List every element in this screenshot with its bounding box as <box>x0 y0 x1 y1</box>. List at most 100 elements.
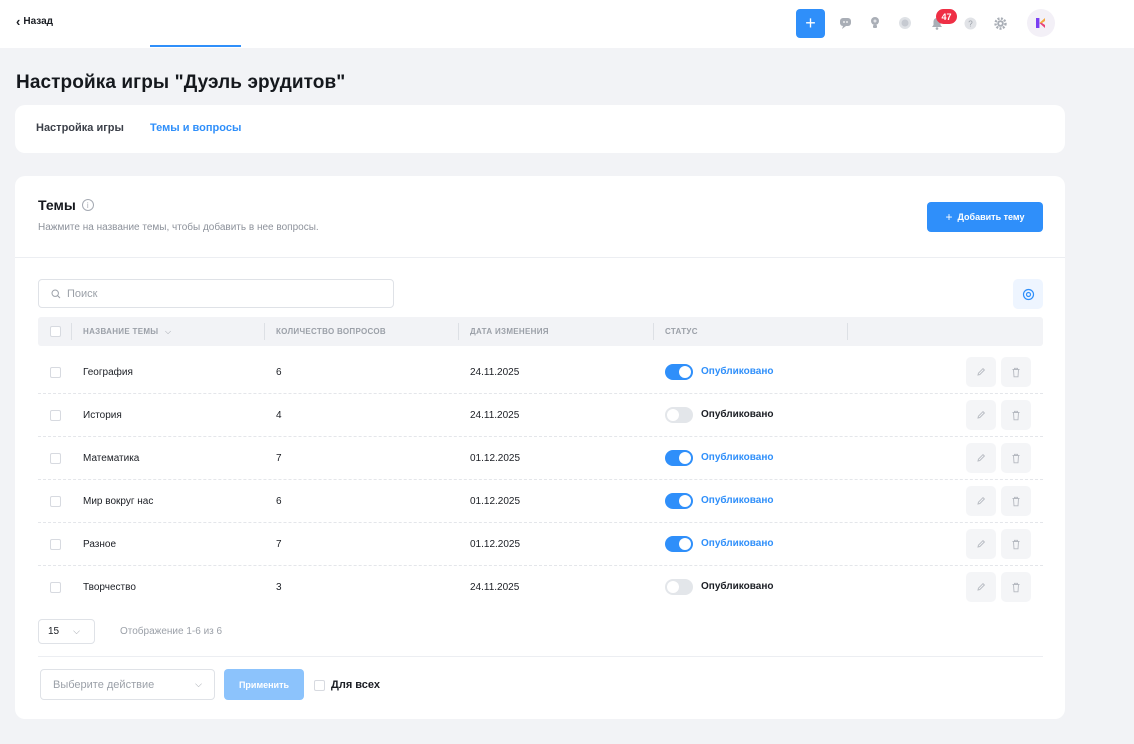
chevron-down-icon: ⌵ <box>195 679 202 689</box>
table-row: Творчество 3 24.11.2025 Опубликовано <box>38 566 1043 609</box>
delete-button[interactable] <box>1001 443 1031 473</box>
info-icon[interactable]: i <box>81 199 94 211</box>
column-separator <box>264 323 265 340</box>
publish-toggle[interactable] <box>665 536 693 552</box>
question-count: 4 <box>276 410 282 421</box>
table-settings-button[interactable] <box>1013 279 1043 309</box>
question-count: 6 <box>276 367 282 378</box>
status-label: Опубликовано <box>701 495 774 506</box>
topics-title: Темы <box>38 197 76 213</box>
column-name-label: НАЗВАНИЕ ТЕМЫ <box>83 327 159 336</box>
publish-toggle[interactable] <box>665 579 693 595</box>
modified-date: 24.11.2025 <box>470 582 520 593</box>
pencil-icon <box>977 410 986 419</box>
status-label: Опубликовано <box>701 452 774 463</box>
table-row: Разное 7 01.12.2025 Опубликовано <box>38 523 1043 566</box>
topic-name[interactable]: Математика <box>83 453 139 464</box>
edit-button[interactable] <box>966 357 996 387</box>
topic-name[interactable]: История <box>83 410 122 421</box>
pencil-icon <box>977 582 986 591</box>
table-row: Мир вокруг нас 6 01.12.2025 Опубликовано <box>38 480 1043 523</box>
status-label: Опубликовано <box>701 409 774 420</box>
topic-name[interactable]: Творчество <box>83 582 136 593</box>
delete-button[interactable] <box>1001 357 1031 387</box>
edit-button[interactable] <box>966 486 996 516</box>
help-icon[interactable]: ? <box>963 16 977 30</box>
topics-card: Темы i Нажмите на название темы, чтобы д… <box>15 176 1065 719</box>
chevron-down-icon: ⌵ <box>164 327 172 336</box>
column-separator <box>653 323 654 340</box>
bulk-action-placeholder: Выберите действие <box>53 678 155 691</box>
toggle-knob <box>667 409 679 421</box>
back-label: Назад <box>23 16 53 27</box>
edit-button[interactable] <box>966 443 996 473</box>
trash-icon <box>1012 453 1020 463</box>
plus-icon: + <box>805 12 816 33</box>
status-label: Опубликовано <box>701 581 774 592</box>
publish-toggle[interactable] <box>665 407 693 423</box>
section-subtitle: Нажмите на название темы, чтобы добавить… <box>38 222 319 233</box>
plus-icon: + <box>945 210 953 224</box>
notifications-button[interactable]: 47 <box>930 9 957 30</box>
publish-toggle[interactable] <box>665 493 693 509</box>
search-field[interactable] <box>38 279 394 308</box>
pagination-info: Отображение 1-6 из 6 <box>120 626 223 637</box>
for-all-option[interactable]: Для всех <box>314 679 380 691</box>
row-checkbox[interactable] <box>50 453 61 464</box>
pencil-icon <box>977 367 986 376</box>
column-header-date[interactable]: ДАТА ИЗМЕНЕНИЯ <box>470 327 549 336</box>
delete-button[interactable] <box>1001 400 1031 430</box>
edit-button[interactable] <box>966 572 996 602</box>
per-page-select[interactable]: 15 ⌵ <box>38 619 95 644</box>
row-checkbox[interactable] <box>50 496 61 507</box>
column-header-name[interactable]: НАЗВАНИЕ ТЕМЫ ⌵ <box>83 327 171 337</box>
trash-icon <box>1012 539 1020 549</box>
gear-icon[interactable] <box>993 16 1007 30</box>
modified-date: 01.12.2025 <box>470 539 521 550</box>
tab-topics-questions[interactable]: Темы и вопросы <box>150 122 241 134</box>
profile-avatar[interactable] <box>1027 9 1055 37</box>
tab-game-settings[interactable]: Настройка игры <box>36 122 124 134</box>
delete-button[interactable] <box>1001 572 1031 602</box>
row-checkbox[interactable] <box>50 410 61 421</box>
chevron-down-icon: ⌵ <box>73 626 80 636</box>
modified-date: 24.11.2025 <box>470 410 520 421</box>
row-checkbox[interactable] <box>50 367 61 378</box>
create-button[interactable]: + <box>796 8 825 38</box>
delete-button[interactable] <box>1001 529 1031 559</box>
edit-button[interactable] <box>966 529 996 559</box>
delete-button[interactable] <box>1001 486 1031 516</box>
pencil-icon <box>977 496 986 505</box>
bulk-action-select[interactable]: Выберите действие ⌵ <box>40 669 215 700</box>
status-label: Опубликовано <box>701 538 774 549</box>
notifications-badge: 47 <box>936 9 957 24</box>
svg-text:?: ? <box>968 19 973 28</box>
for-all-checkbox[interactable] <box>314 679 325 691</box>
chat-icon[interactable] <box>839 16 853 30</box>
topic-name[interactable]: Разное <box>83 539 116 550</box>
row-checkbox[interactable] <box>50 539 61 550</box>
row-checkbox[interactable] <box>50 582 61 593</box>
trash-icon <box>1012 496 1020 506</box>
page-title: Настройка игры "Дуэль эрудитов" <box>16 72 346 93</box>
table-header: НАЗВАНИЕ ТЕМЫ ⌵ КОЛИЧЕСТВО ВОПРОСОВ ДАТА… <box>38 317 1043 346</box>
select-all-checkbox[interactable] <box>50 326 61 337</box>
add-topic-button[interactable]: + Добавить тему <box>927 202 1043 232</box>
back-button[interactable]: ‹ Назад <box>16 15 53 28</box>
top-actions: + 47 ? <box>796 8 1055 38</box>
edit-button[interactable] <box>966 400 996 430</box>
publish-toggle[interactable] <box>665 450 693 466</box>
question-count: 3 <box>276 582 282 593</box>
topic-name[interactable]: География <box>83 367 133 378</box>
search-icon[interactable] <box>898 16 912 30</box>
topic-name[interactable]: Мир вокруг нас <box>83 496 153 507</box>
column-header-count[interactable]: КОЛИЧЕСТВО ВОПРОСОВ <box>276 327 386 336</box>
publish-toggle[interactable] <box>665 364 693 380</box>
toggle-knob <box>667 581 679 593</box>
add-topic-label: Добавить тему <box>957 212 1025 222</box>
apply-button[interactable]: Применить <box>224 669 304 700</box>
lightbulb-icon[interactable] <box>868 16 882 30</box>
column-header-status[interactable]: СТАТУС <box>665 327 698 336</box>
table-row: История 4 24.11.2025 Опубликовано <box>38 394 1043 437</box>
search-input[interactable] <box>67 287 367 300</box>
